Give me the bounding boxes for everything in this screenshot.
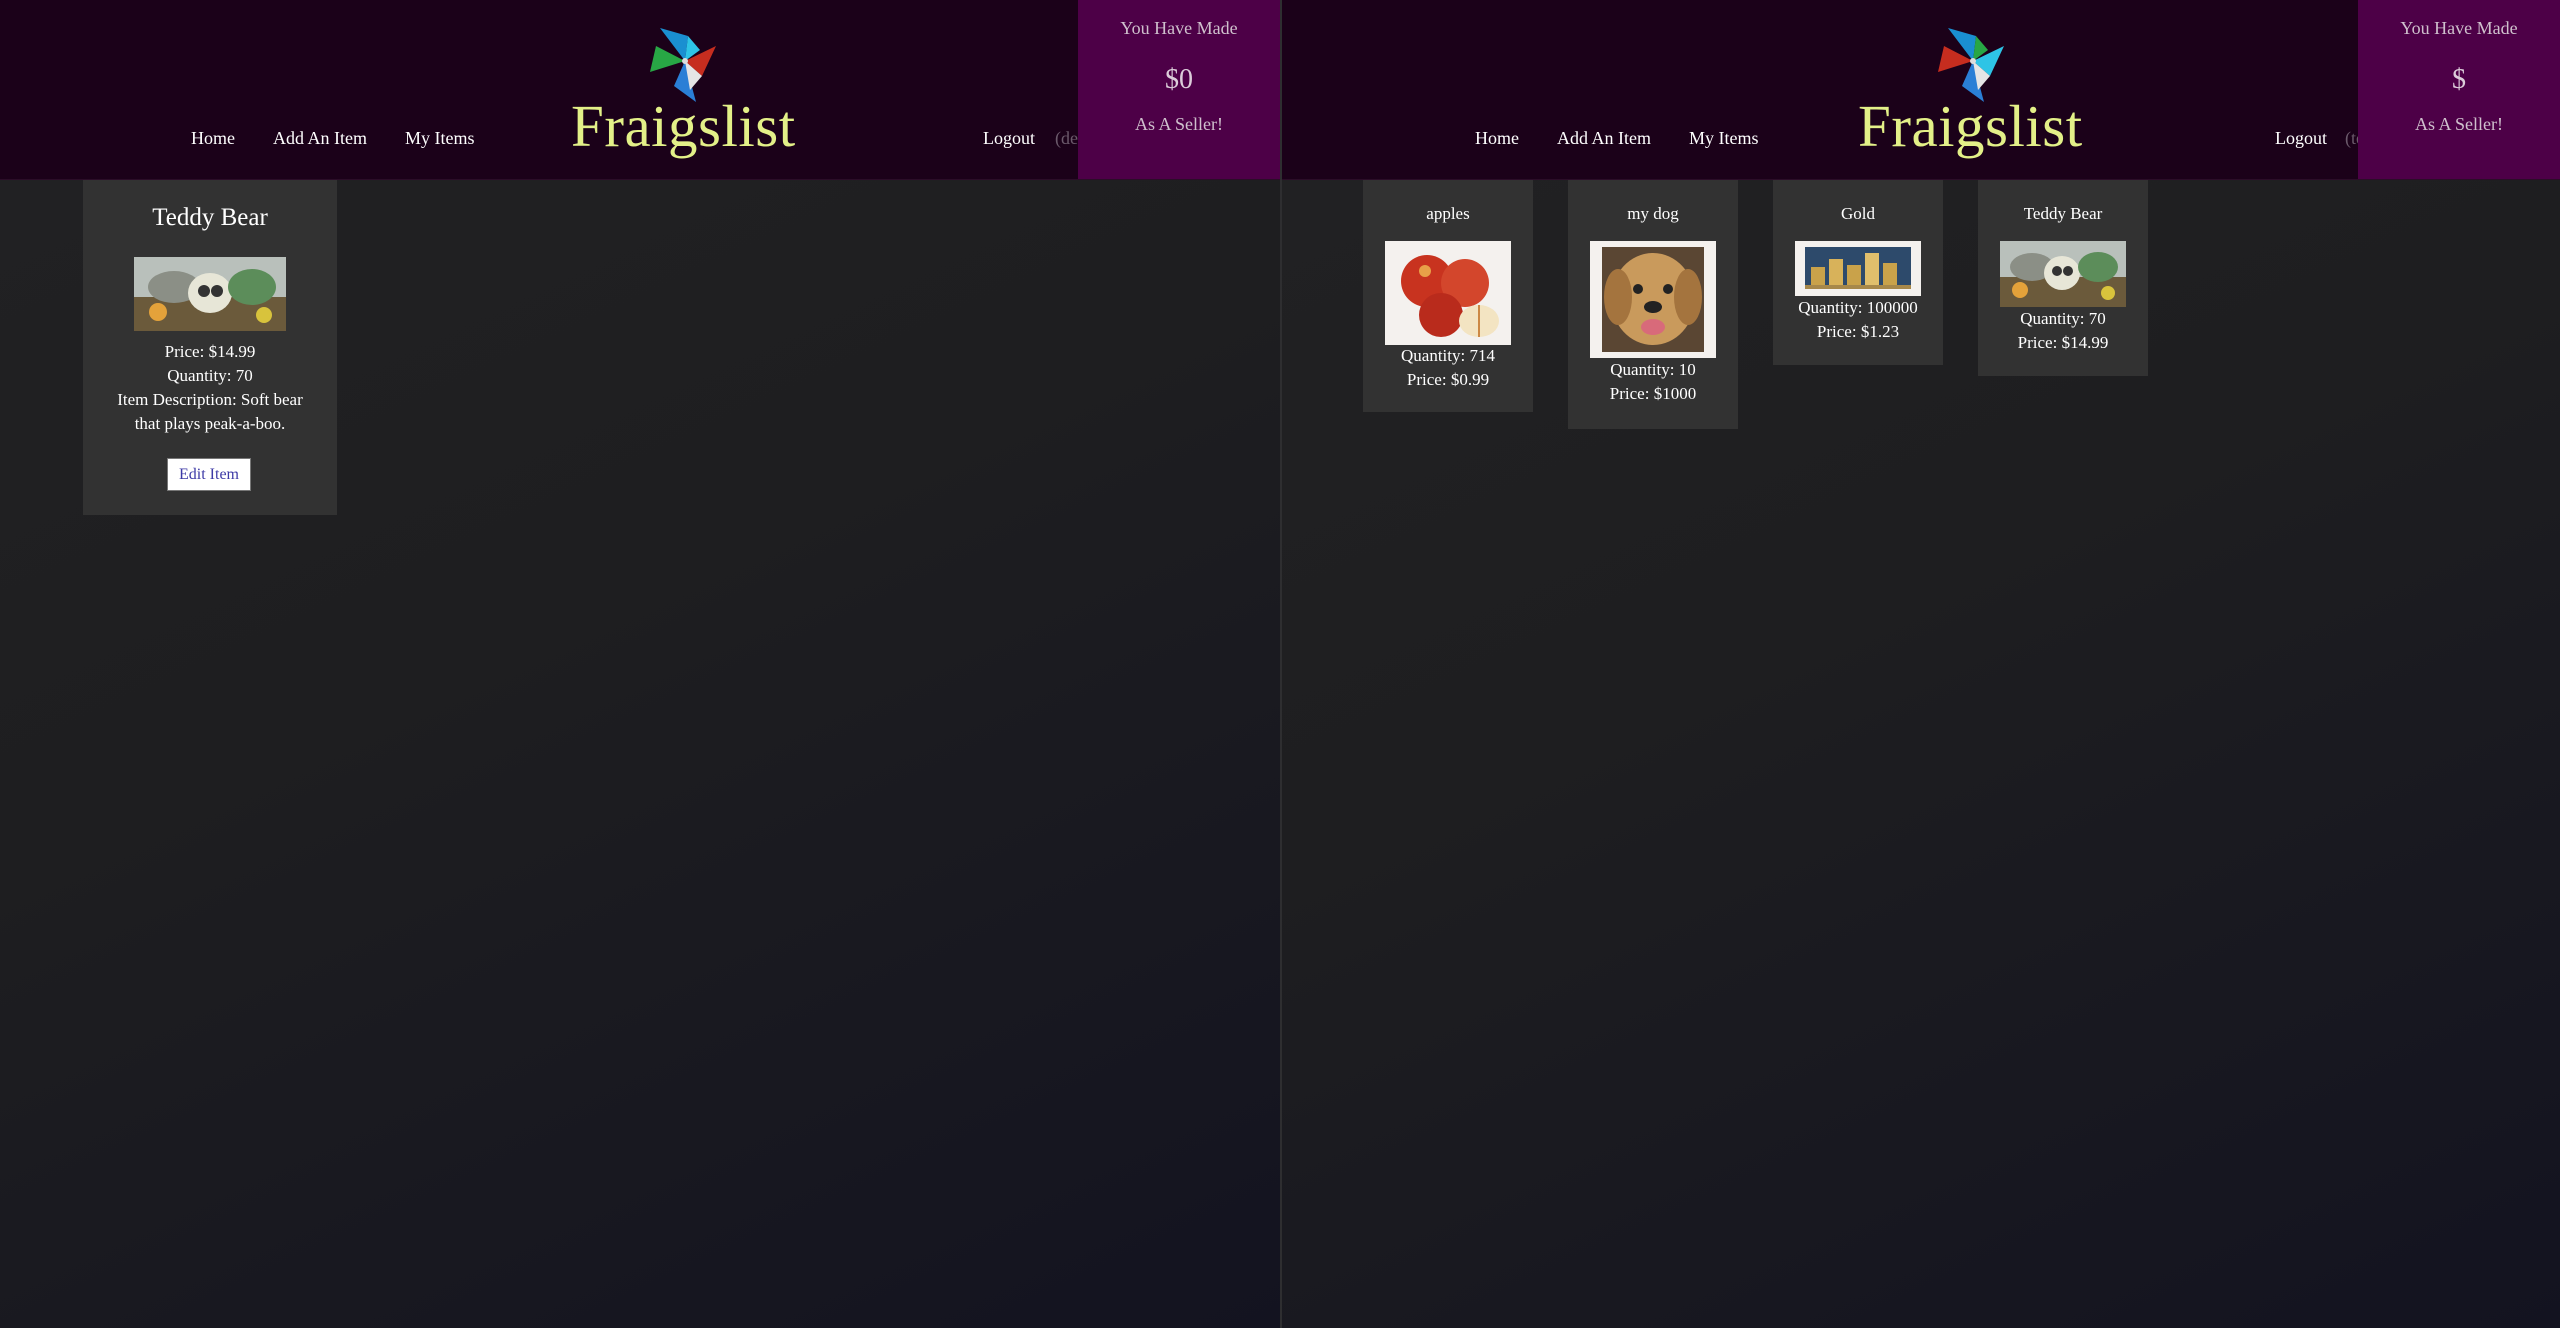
teddy-bear-image-icon xyxy=(2000,241,2126,307)
nav-add-item-link[interactable]: Add An Item xyxy=(1557,128,1651,149)
teddy-bear-image-icon xyxy=(134,257,286,331)
item-image xyxy=(134,257,286,331)
item-title: Teddy Bear xyxy=(152,204,268,231)
item-price: Price: $14.99 xyxy=(2017,333,2109,352)
nav-logout-link[interactable]: Logout xyxy=(2275,128,2327,149)
item-title: apples xyxy=(1426,204,1470,223)
item-title: my dog xyxy=(1627,204,1679,223)
nav-home-link[interactable]: Home xyxy=(1475,128,1519,149)
earnings-heading: You Have Made xyxy=(1120,18,1238,38)
earnings-panel: You Have Made $0 As A Seller! xyxy=(1078,0,1280,179)
right-browser-pane: Fraigslist Home Add An Item My Items Log… xyxy=(1282,0,2560,1328)
item-image xyxy=(1590,241,1716,358)
nav-my-items-link[interactable]: My Items xyxy=(1689,128,1759,149)
dog-image-icon xyxy=(1590,241,1716,358)
item-price: Price: $1000 xyxy=(1609,384,1697,403)
edit-item-button[interactable]: Edit Item xyxy=(167,458,251,491)
item-quantity: Quantity: 10 xyxy=(1610,360,1696,379)
item-title: Teddy Bear xyxy=(2023,204,2103,223)
item-price: Price: $0.99 xyxy=(1406,370,1490,389)
left-browser-pane: Fraigslist Home Add An Item My Items Log… xyxy=(0,0,1280,1328)
item-quantity: Quantity: 70 xyxy=(167,366,253,385)
item-card[interactable]: apples Quantity: 714 Price: $0.99 xyxy=(1363,180,1533,412)
item-image xyxy=(1385,241,1511,345)
item-card[interactable]: my dog Quantity: 10 Price: $1000 xyxy=(1568,180,1738,429)
earnings-panel: You Have Made $ As A Seller! xyxy=(2358,0,2560,179)
earnings-amount: $ xyxy=(2452,64,2466,95)
item-price: Price: $1.23 xyxy=(1816,322,1900,341)
item-card[interactable]: Teddy Bear Quantity: 70 Price: $14.99 xyxy=(1978,180,2148,376)
item-quantity: Quantity: 70 xyxy=(2020,309,2106,328)
nav-home-link[interactable]: Home xyxy=(191,128,235,149)
item-title: Gold xyxy=(1841,204,1875,223)
item-card[interactable]: Gold Quantity: 100000 Price: $1.23 xyxy=(1773,180,1943,365)
earnings-subtitle: As A Seller! xyxy=(1135,114,1223,134)
item-quantity: Quantity: 100000 xyxy=(1798,298,1918,317)
nav-my-items-link[interactable]: My Items xyxy=(405,128,475,149)
item-quantity: Quantity: 714 xyxy=(1401,346,1495,365)
site-header: Fraigslist Home Add An Item My Items Log… xyxy=(0,0,1280,180)
nav-add-item-link[interactable]: Add An Item xyxy=(273,128,367,149)
earnings-amount: $0 xyxy=(1165,64,1193,95)
item-price: Price: $14.99 xyxy=(164,342,256,361)
item-description: Item Description: Soft bear that plays p… xyxy=(117,390,303,433)
site-brand[interactable]: Fraigslist xyxy=(571,92,796,161)
gold-coins-image-icon xyxy=(1795,241,1921,296)
site-brand[interactable]: Fraigslist xyxy=(1858,92,2083,161)
item-image xyxy=(1795,241,1921,296)
earnings-subtitle: As A Seller! xyxy=(2415,114,2503,134)
apples-image-icon xyxy=(1385,241,1511,345)
earnings-heading: You Have Made xyxy=(2400,18,2518,38)
item-image xyxy=(2000,241,2126,307)
nav-logout-link[interactable]: Logout xyxy=(983,128,1035,149)
site-header: Fraigslist Home Add An Item My Items Log… xyxy=(1282,0,2560,180)
item-card: Teddy Bear Price: $14.99 Quantity: 70 It… xyxy=(83,180,337,515)
